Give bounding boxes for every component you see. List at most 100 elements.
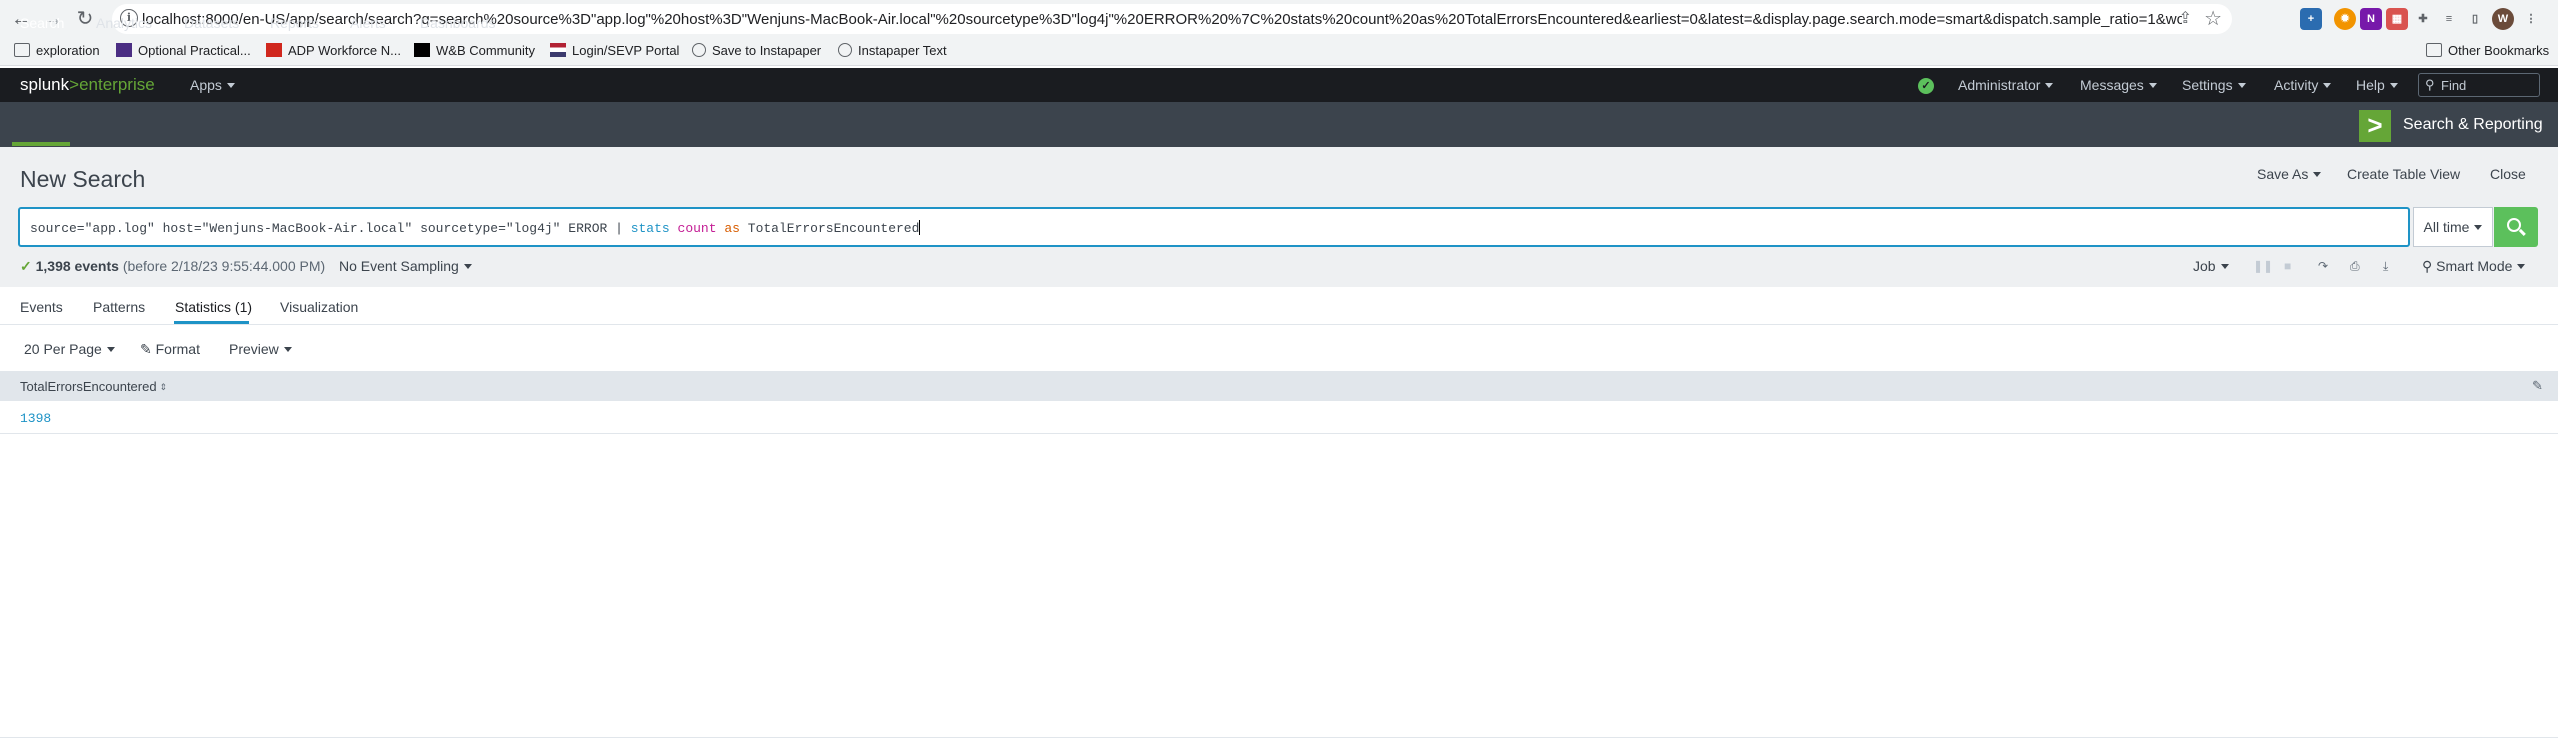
save-as-button[interactable]: Save As (2257, 166, 2322, 182)
page-title: New Search (20, 166, 146, 192)
tab-search[interactable]: Search (20, 15, 64, 31)
bookmark-link[interactable]: ADP Workforce N... (266, 43, 401, 61)
share-icon[interactable]: ↷ (2318, 259, 2328, 273)
chevron-down-icon (2313, 172, 2322, 177)
app-nav-bar (0, 102, 2558, 147)
globe-icon (838, 43, 852, 57)
pencil-icon: ✎ (140, 341, 156, 357)
messages-menu[interactable]: Messages (2080, 77, 2157, 93)
globe-icon (692, 43, 706, 57)
chevron-down-icon (2323, 83, 2332, 88)
app-title: Search & Reporting (2403, 116, 2543, 133)
puzzle-icon[interactable]: ✚ (2412, 8, 2434, 30)
text-cursor (919, 220, 921, 235)
table-cell[interactable]: 1398 (20, 411, 51, 426)
event-sampling-menu[interactable]: No Event Sampling (339, 258, 472, 274)
app-logo-icon: > (2359, 110, 2391, 142)
find-field[interactable]: ⚲ (2418, 73, 2540, 97)
tab-statistics[interactable]: Statistics (1) (175, 299, 252, 315)
profile-avatar[interactable]: W (2492, 8, 2514, 30)
bookmark-link[interactable]: W&B Community (414, 43, 535, 61)
active-tab-indicator (174, 321, 249, 324)
wandb-logo-icon (414, 43, 430, 57)
tab-alerts[interactable]: Alerts (350, 15, 386, 31)
tab-events[interactable]: Events (20, 299, 63, 315)
share-icon[interactable]: ⇪ (2179, 8, 2192, 28)
per-page-menu[interactable]: 20 Per Page (24, 341, 115, 357)
find-input[interactable] (2441, 76, 2535, 94)
format-button[interactable]: ✎ Format (140, 341, 200, 358)
other-bookmarks-folder[interactable]: Other Bookmarks (2426, 43, 2549, 61)
bookmark-folder[interactable]: exploration (14, 43, 100, 61)
chevron-down-icon (106, 347, 115, 352)
bookmarks-bar: exploration Optional Practical... ADP Wo… (0, 38, 2558, 66)
more-menu-icon[interactable]: ⋮ (2520, 8, 2542, 30)
bookmark-link[interactable]: Save to Instapaper (692, 43, 821, 61)
table-row (0, 401, 2558, 434)
stop-icon[interactable]: ■ (2284, 259, 2291, 273)
health-status-icon[interactable]: ✓ (1918, 78, 1934, 94)
chevron-down-icon (463, 264, 472, 269)
folder-icon (2426, 43, 2442, 57)
close-button[interactable]: Close (2490, 166, 2526, 182)
tab-datasets[interactable]: Datasets (184, 15, 239, 31)
time-range-picker[interactable]: All time (2413, 207, 2493, 247)
tab-analytics[interactable]: Analytics (96, 15, 152, 31)
bookmark-star-icon[interactable]: ☆ (2204, 6, 2222, 31)
settings-menu[interactable]: Settings (2182, 77, 2246, 93)
sort-icon[interactable]: ⇕ (160, 382, 168, 392)
chevron-down-icon (2220, 264, 2229, 269)
search-query-input[interactable]: source="app.log" host="Wenjuns-MacBook-A… (18, 207, 2410, 247)
bookmark-link[interactable]: Instapaper Text (838, 43, 947, 61)
search-query-text[interactable]: source="app.log" host="Wenjuns-MacBook-A… (30, 220, 921, 236)
bookmark-link[interactable]: Login/SEVP Portal (550, 43, 679, 61)
search-submit-button[interactable] (2494, 207, 2538, 247)
reload-icon[interactable]: ↻ (72, 6, 98, 32)
pause-icon[interactable]: ❚❚ (2253, 259, 2273, 273)
us-flag-icon (550, 43, 566, 57)
extension-grid-icon[interactable]: ▦ (2386, 8, 2408, 30)
pin-icon: ⚲ (2422, 258, 2437, 274)
column-header[interactable]: TotalErrorsEncountered ⇕ (20, 379, 167, 394)
tab-visualization[interactable]: Visualization (280, 299, 358, 315)
chevron-down-icon (2148, 83, 2157, 88)
splunk-logo[interactable]: splunk>enterprise (20, 75, 155, 95)
edit-column-icon[interactable]: ✎ (2532, 378, 2543, 394)
search-mode-menu[interactable]: ⚲ Smart Mode (2422, 258, 2526, 275)
job-menu[interactable]: Job (2193, 258, 2229, 274)
divider (0, 737, 2558, 738)
chevron-down-icon (2045, 83, 2054, 88)
table-header (0, 371, 2558, 401)
administrator-menu[interactable]: Administrator (1958, 77, 2054, 93)
tab-patterns[interactable]: Patterns (93, 299, 145, 315)
search-status: ✓ 1,398 events (before 2/18/23 9:55:44.0… (20, 258, 326, 274)
tab-reports[interactable]: Reports (270, 15, 319, 31)
chevron-down-icon (283, 347, 292, 352)
splunk-global-bar: splunk>enterprise Apps ✓ Administrator M… (0, 68, 2558, 102)
reading-list-icon[interactable]: ≡ (2438, 8, 2460, 30)
chevron-down-icon (2237, 83, 2246, 88)
check-icon: ✓ (20, 258, 32, 274)
folder-icon (14, 43, 30, 57)
results-toolbar (0, 325, 2558, 371)
side-panel-icon[interactable]: ▯ (2464, 8, 2486, 30)
search-icon (2507, 218, 2521, 232)
create-table-view-button[interactable]: Create Table View (2347, 166, 2460, 182)
bookmark-link[interactable]: Optional Practical... (116, 43, 251, 61)
chevron-down-icon (226, 83, 235, 88)
search-icon: ⚲ (2425, 77, 2435, 92)
help-menu[interactable]: Help (2356, 77, 2398, 93)
activity-menu[interactable]: Activity (2274, 77, 2332, 93)
print-icon[interactable]: ⎙ (2350, 259, 2360, 274)
extension-badge-icon[interactable]: + (2300, 8, 2322, 30)
chevron-down-icon (2474, 225, 2483, 230)
preview-menu[interactable]: Preview (229, 341, 292, 357)
export-icon[interactable]: ⤓ (2383, 259, 2388, 274)
uw-logo-icon (116, 43, 132, 57)
chevron-down-icon (2389, 83, 2398, 88)
tab-dashboards[interactable]: Dashboards (420, 15, 496, 31)
onenote-icon[interactable]: N (2360, 8, 2382, 30)
active-tab-indicator (12, 142, 70, 146)
extension-gear-icon[interactable]: ✹ (2334, 8, 2356, 30)
apps-menu[interactable]: Apps (190, 77, 235, 93)
